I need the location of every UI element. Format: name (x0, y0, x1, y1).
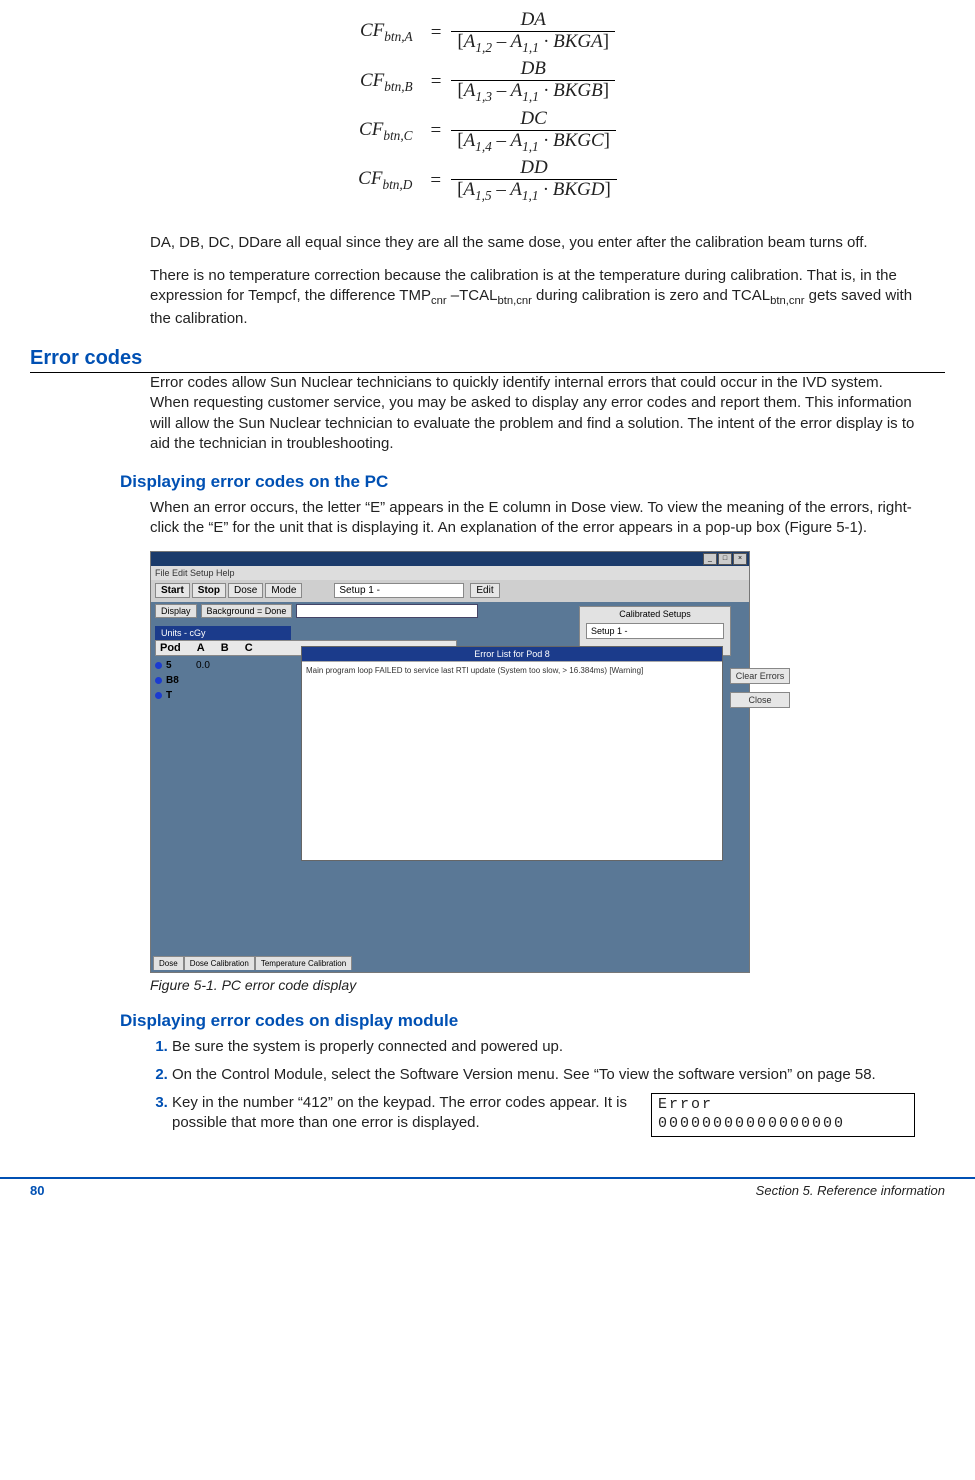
close-icon[interactable]: × (733, 553, 747, 565)
close-button[interactable]: Close (730, 692, 790, 708)
window-titlebar: _ □ × (151, 552, 749, 566)
tab-dose-calibration[interactable]: Dose Calibration (184, 956, 255, 970)
figure-pc-error: _ □ × File Edit Setup Help Start Stop Do… (150, 551, 750, 973)
lcd-display: Error 00000000000000000 (651, 1093, 915, 1137)
tab-dose[interactable]: Dose (153, 956, 184, 970)
tab-temp-calibration[interactable]: Temperature Calibration (255, 956, 352, 970)
menubar[interactable]: File Edit Setup Help (151, 566, 749, 580)
page-number: 80 (30, 1183, 44, 1198)
calibrated-item[interactable]: Setup 1 - (586, 623, 724, 639)
dose-button[interactable]: Dose (228, 583, 263, 598)
figure-caption: Figure 5-1. PC error code display (150, 977, 915, 993)
status-dot-icon (155, 677, 162, 684)
table-row: T (155, 688, 210, 703)
step-3: Key in the number “412” on the keypad. T… (172, 1093, 915, 1137)
heading-error-codes: Error codes (30, 347, 945, 373)
equation-d: CFbtn,D = DD [A1,5 – A1,1 · BKGD] (30, 158, 945, 203)
step-3-text: Key in the number “412” on the keypad. T… (172, 1093, 631, 1134)
maximize-icon[interactable]: □ (718, 553, 732, 565)
progress-bar (296, 604, 478, 618)
heading-error-display-module: Displaying error codes on display module (120, 1011, 945, 1031)
equation-c: CFbtn,C = DC [A1,4 – A1,1 · BKGC] (30, 109, 945, 154)
setup-select[interactable]: Setup 1 - (334, 583, 464, 598)
background-chip: Background = Done (201, 604, 293, 618)
clear-errors-button[interactable]: Clear Errors (730, 668, 790, 684)
display-chip[interactable]: Display (155, 604, 197, 618)
stop-button[interactable]: Stop (192, 583, 226, 598)
error-window-title: Error List for Pod 8 (302, 647, 722, 661)
table-row: 50.0 (155, 658, 210, 673)
paragraph-error-intro: Error codes allow Sun Nuclear technician… (150, 373, 915, 454)
step-2: On the Control Module, select the Softwa… (172, 1065, 915, 1085)
error-display-window: Error List for Pod 8 Main program loop F… (301, 646, 723, 861)
error-message: Main program loop FAILED to service last… (306, 666, 643, 675)
paragraph-dose-equal: DA, DB, DC, DDare all equal since they a… (150, 233, 915, 253)
calibrated-title: Calibrated Setups (580, 607, 730, 619)
step-1: Be sure the system is properly connected… (172, 1037, 915, 1057)
status-dot-icon (155, 662, 162, 669)
minimize-icon[interactable]: _ (703, 553, 717, 565)
status-dot-icon (155, 692, 162, 699)
equations-block: CFbtn,A = DA [A1,2 – A1,1 · BKGA] CFbtn,… (30, 10, 945, 203)
mode-button[interactable]: Mode (265, 583, 302, 598)
units-bar: Units - cGy (155, 626, 291, 640)
table-row: B8 (155, 673, 210, 688)
start-button[interactable]: Start (155, 583, 190, 598)
paragraph-error-pc: When an error occurs, the letter “E” app… (150, 498, 915, 539)
page-footer: 80 Section 5. Reference information (0, 1177, 975, 1212)
edit-button[interactable]: Edit (470, 583, 499, 598)
section-label: Section 5. Reference information (756, 1183, 945, 1198)
paragraph-temp-correction: There is no temperature correction becau… (150, 266, 915, 330)
heading-error-pc: Displaying error codes on the PC (120, 472, 945, 492)
pod-rows: 50.0 B8 T (155, 658, 210, 703)
equation-a: CFbtn,A = DA [A1,2 – A1,1 · BKGA] (30, 10, 945, 55)
equation-b: CFbtn,B = DB [A1,3 – A1,1 · BKGB] (30, 59, 945, 104)
